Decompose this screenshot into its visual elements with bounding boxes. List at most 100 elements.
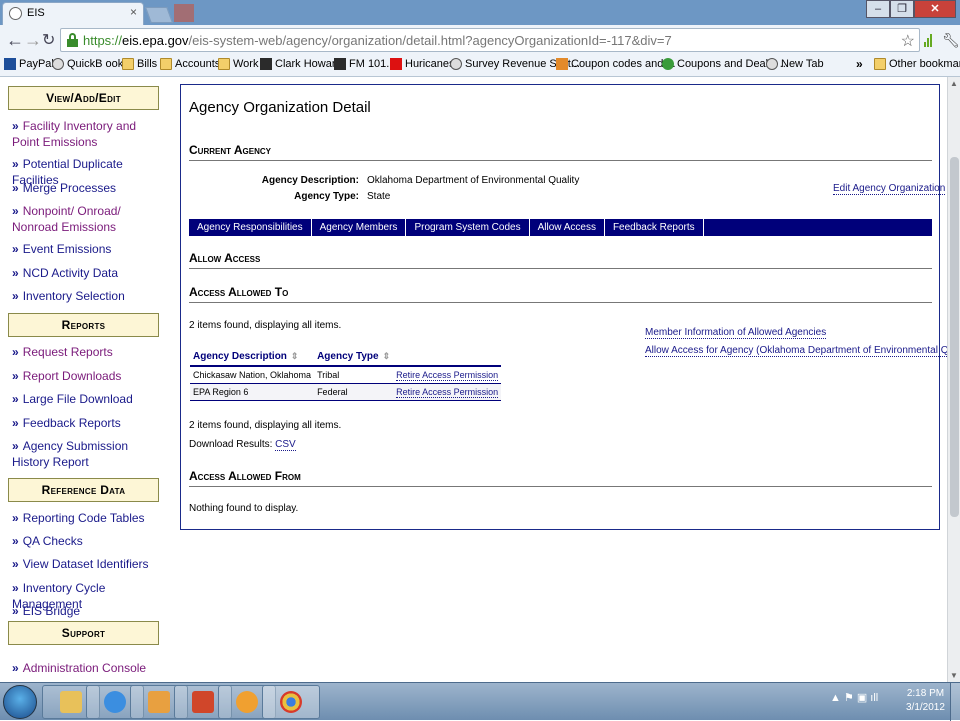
sidebar-item-qa-checks[interactable]: » QA Checks — [12, 533, 162, 549]
folder-icon — [218, 58, 230, 70]
retire-access-link[interactable]: Retire Access Permission — [396, 387, 499, 398]
bullet-icon: » — [12, 181, 19, 195]
page-viewport: View/Add/Edit » Facility Inventory and Poi… — [0, 77, 947, 682]
sidebar-item-request-reports[interactable]: » Request Reports — [12, 344, 162, 360]
bullet-icon: » — [12, 266, 19, 280]
show-desktop-button[interactable] — [950, 683, 960, 721]
tab-allow-access[interactable]: Allow Access — [530, 219, 605, 236]
sort-icon[interactable]: ⇕ — [291, 351, 299, 361]
globe-icon — [766, 58, 778, 70]
sidebar-item-facility-inventory-and-point-emissions[interactable]: » Facility Inventory and Point Emissions — [12, 118, 162, 150]
tab-strip: EIS × – ❐ ✕ — [0, 0, 960, 25]
cell-agency-type: Federal — [314, 383, 394, 401]
tab-feedback-reports[interactable]: Feedback Reports — [605, 219, 704, 236]
other-bookmarks[interactable]: Other bookmarks — [874, 58, 960, 70]
reload-icon[interactable]: ↻ — [42, 30, 55, 50]
bookmark-item[interactable]: FM 101.1 — [334, 58, 395, 70]
sidebar-item-label: Merge Processes — [22, 181, 117, 195]
sidebar-item-inventory-selection[interactable]: » Inventory Selection — [12, 288, 162, 304]
allow-access-for-agency-link[interactable]: Allow Access for Agency (Oklahoma Depart… — [645, 345, 947, 357]
nothing-found-text: Nothing found to display. — [189, 503, 299, 514]
bookmark-star-icon[interactable]: ☆ — [901, 31, 915, 51]
sidebar-item-label: Large File Download — [22, 392, 133, 406]
radio-icon — [260, 58, 272, 70]
bookmark-item[interactable]: Clark Howard — [260, 58, 342, 70]
sidebar-item-reporting-code-tables[interactable]: » Reporting Code Tables — [12, 510, 162, 526]
sidebar-heading-view-add-edit: View/Add/Edit — [8, 86, 159, 110]
bookmarks-overflow-button[interactable]: » — [856, 57, 863, 71]
items-found-bottom: 2 items found, displaying all items. — [189, 420, 342, 431]
scroll-down-arrow-icon[interactable]: ▼ — [950, 671, 958, 680]
edit-agency-link[interactable]: Edit Agency Organization — [833, 183, 946, 195]
access-allowed-table: Agency Description ⇕ Agency Type ⇕ Chickas… — [190, 347, 502, 401]
vertical-scrollbar[interactable]: ▲ ▼ — [947, 77, 960, 682]
items-found-top: 2 items found, displaying all items. — [189, 320, 342, 331]
bookmark-item[interactable]: New Tab — [766, 58, 824, 70]
bookmark-item[interactable]: PayPal — [4, 58, 54, 70]
sidebar-item-agency-submission-history-report[interactable]: » Agency Submission History Report — [12, 438, 162, 470]
taskbar-clock[interactable]: 2:18 PM 3/1/2012 — [906, 687, 945, 715]
clock-time: 2:18 PM — [906, 688, 945, 699]
sidebar-item-view-dataset-identifiers[interactable]: » View Dataset Identifiers — [12, 556, 162, 572]
sidebar-item-label: Report Downloads — [22, 369, 122, 383]
radio-icon — [334, 58, 346, 70]
sidebar-item-label: Inventory Selection — [22, 289, 125, 303]
tab-agency-members[interactable]: Agency Members — [312, 219, 407, 236]
url-text[interactable]: https://eis.epa.gov/eis-system-web/agenc… — [83, 33, 672, 48]
sidebar-item-label: NCD Activity Data — [22, 266, 119, 280]
wrench-icon[interactable]: 🔧︎ — [942, 32, 960, 49]
tab-agency-responsibilities[interactable]: Agency Responsibilities — [189, 219, 312, 236]
bookmark-label: Work — [233, 58, 259, 70]
bullet-icon: » — [12, 557, 19, 571]
bookmark-item[interactable]: Accounts — [160, 58, 220, 70]
bookmark-item[interactable]: Work — [218, 58, 258, 70]
sidebar-item-event-emissions[interactable]: » Event Emissions — [12, 241, 162, 257]
col-agency-type[interactable]: Agency Type ⇕ — [314, 347, 394, 367]
lock-icon — [67, 33, 78, 47]
minimize-button[interactable]: – — [866, 0, 890, 18]
chrome-taskbar-button[interactable] — [262, 685, 320, 719]
cell-action: Retire Access Permission — [393, 366, 502, 384]
bookmark-item[interactable]: Bills — [122, 58, 157, 70]
bookmark-label: FM 101.1 — [349, 58, 396, 70]
allow-access-heading: Allow Access — [189, 251, 932, 269]
sidebar-item-nonpoint-onroad-nonroad-emissions[interactable]: » Nonpoint/ Onroad/ Nonroad Emissions — [12, 203, 162, 235]
cell-agency-description: Chickasaw Nation, Oklahoma — [190, 366, 315, 384]
restore-button[interactable]: ❐ — [890, 0, 914, 18]
tab-program-system-codes[interactable]: Program System Codes — [406, 219, 530, 236]
sidebar-item-label: QA Checks — [22, 534, 83, 548]
col-agency-description[interactable]: Agency Description ⇕ — [190, 347, 315, 367]
new-tab-button[interactable] — [145, 7, 173, 23]
forward-arrow-icon[interactable]: → — [24, 30, 42, 51]
bookmark-item[interactable]: QuickB ooks — [52, 58, 129, 70]
sidebar-item-administration-console[interactable]: » Administration Console — [12, 660, 162, 676]
col-action — [393, 347, 502, 367]
download-csv-link[interactable]: CSV — [275, 439, 296, 451]
sort-icon[interactable]: ⇕ — [383, 351, 391, 361]
sidebar-item-report-downloads[interactable]: » Report Downloads — [12, 368, 162, 384]
powerpoint-icon — [192, 691, 214, 713]
browser-tab[interactable]: EIS × — [2, 2, 144, 25]
detail-tabs: Agency Responsibilities Agency Members P… — [189, 219, 932, 236]
bullet-icon: » — [12, 204, 19, 218]
back-arrow-icon[interactable]: ← — [6, 30, 24, 51]
internet-explorer-icon — [104, 691, 126, 713]
close-window-button[interactable]: ✕ — [914, 0, 956, 18]
member-information-link[interactable]: Member Information of Allowed Agencies — [645, 327, 827, 339]
sidebar-item-label: Event Emissions — [22, 242, 112, 256]
sidebar-item-eis-bridge[interactable]: » EIS Bridge — [12, 603, 162, 619]
system-tray[interactable]: ▲ ⚑ ▣ ıll — [830, 691, 878, 704]
sidebar-item-merge-processes[interactable]: » Merge Processes — [12, 180, 162, 196]
sidebar-item-large-file-download[interactable]: » Large File Download — [12, 391, 162, 407]
bookmark-item[interactable]: Huricanes — [390, 58, 455, 70]
address-bar[interactable]: https://eis.epa.gov/eis-system-web/agenc… — [60, 28, 920, 52]
sidebar-item-ncd-activity-data[interactable]: » NCD Activity Data — [12, 265, 162, 281]
scrollbar-thumb[interactable] — [950, 157, 959, 517]
start-button[interactable] — [3, 685, 37, 719]
close-tab-icon[interactable]: × — [130, 5, 137, 19]
retire-access-link[interactable]: Retire Access Permission — [396, 370, 499, 381]
bookmark-item[interactable]: Coupon codes and ... — [556, 58, 676, 70]
scroll-up-arrow-icon[interactable]: ▲ — [950, 79, 958, 88]
signal-bars-icon[interactable] — [924, 33, 934, 47]
sidebar-item-feedback-reports[interactable]: » Feedback Reports — [12, 415, 162, 431]
